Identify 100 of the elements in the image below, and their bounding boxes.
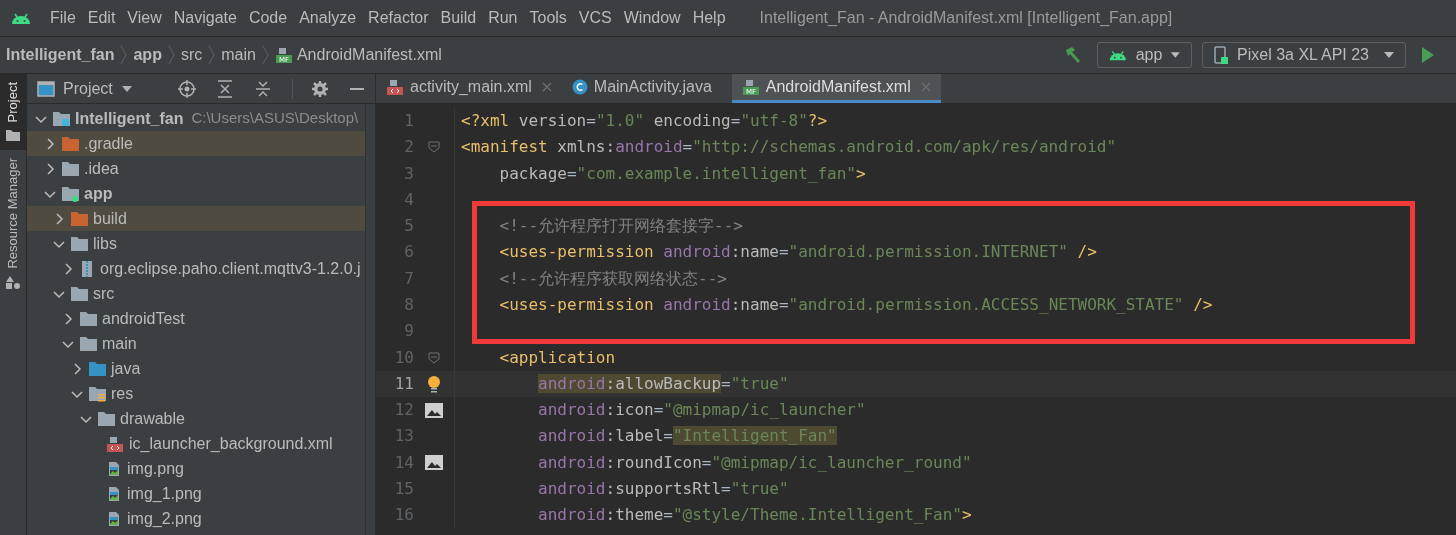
tree-row[interactable]: main: [27, 331, 365, 356]
breadcrumb-separator-icon: [260, 45, 270, 65]
shapes-icon: [5, 275, 21, 291]
folder-icon: [79, 310, 97, 327]
line-number: 9: [403, 320, 414, 343]
run-configuration-dropdown[interactable]: app: [1097, 42, 1193, 68]
dropdown-arrow-icon: [1170, 51, 1182, 59]
image-preview-icon: [425, 455, 443, 471]
code-line: <uses-permission android:name="android.permission.ACCESS_NETWORK_STATE" />: [499, 294, 1213, 316]
line-number: 1: [403, 110, 414, 133]
tree-row[interactable]: img_2.png: [27, 506, 365, 531]
line-number: 7: [403, 267, 414, 290]
menu-item[interactable]: VCS: [572, 6, 618, 30]
code-line: package="com.example.intelligent_fan">: [499, 162, 866, 185]
menu-item[interactable]: File: [44, 6, 82, 30]
android-icon: [1108, 48, 1128, 62]
menu-item[interactable]: Help: [686, 6, 732, 30]
code-line: android:label="Intelligent_Fan": [538, 425, 837, 448]
tree-row[interactable]: img_1.png: [27, 481, 365, 506]
line-number: 8: [403, 294, 414, 316]
breadcrumb[interactable]: src: [180, 43, 203, 67]
folder-icon: [97, 410, 115, 427]
line-number: 14: [393, 451, 414, 474]
menu-item[interactable]: Edit: [81, 6, 122, 30]
window-title: Intelligent_Fan - AndroidManifest.xml [Intelligent_Fan.app]: [759, 8, 1173, 28]
tree-row[interactable]: ic_launcher_background.xml: [27, 431, 365, 456]
breadcrumb[interactable]: Intelligent_fan: [6, 43, 115, 67]
code-line: <!--允许程序获取网络状态-->: [499, 267, 727, 290]
side-tab[interactable]: Project: [0, 74, 26, 151]
collapse-all-icon: [254, 79, 272, 98]
code-line: android:icon="@mipmap/ic_launcher": [538, 399, 866, 422]
device-dropdown[interactable]: Pixel 3a XL API 23: [1202, 42, 1406, 68]
side-tab[interactable]: Resource Manager: [0, 150, 26, 299]
android-logo-icon: [10, 11, 32, 25]
project-view-dropdown[interactable]: Project: [37, 76, 133, 101]
line-number: 13: [393, 425, 414, 448]
line-number: 15: [393, 477, 414, 500]
menu-item[interactable]: Window: [617, 6, 687, 30]
menu-item[interactable]: Run: [482, 6, 524, 30]
code-line: android:allowBackup="true": [538, 372, 789, 395]
image-preview-icon: [425, 402, 443, 418]
dropdown-arrow-icon: [1383, 51, 1395, 59]
locate-icon: [178, 79, 196, 98]
editor-tab[interactable]: MainActivity.java: [561, 74, 732, 103]
tree-row[interactable]: androidTest: [27, 306, 365, 331]
folder-icon: [70, 235, 88, 252]
menu-item[interactable]: Navigate: [167, 6, 243, 30]
source-folder-icon: [88, 360, 106, 377]
line-number: 12: [393, 399, 414, 422]
line-number: 10: [393, 346, 414, 369]
menu-item[interactable]: Code: [242, 6, 294, 30]
tree-row[interactable]: .idea: [27, 156, 365, 181]
code-line: android:roundIcon="@mipmap/ic_launcher_round": [538, 451, 972, 474]
tree-row[interactable]: Intelligent_fan C:\Users\ASUS\Desktop\: [27, 106, 365, 131]
excluded-folder-icon: [70, 210, 88, 227]
menu-item[interactable]: Tools: [523, 6, 573, 30]
menu-item[interactable]: Analyze: [293, 6, 363, 30]
menu-item[interactable]: View: [121, 6, 168, 30]
code-line: <!--允许程序打开网络套接字-->: [499, 215, 743, 238]
excluded-folder-icon: [61, 135, 79, 152]
code-line: android:supportsRtl="true": [538, 477, 789, 500]
archive-icon: [79, 259, 95, 278]
line-number: 11: [393, 372, 414, 395]
menu-item[interactable]: Refactor: [362, 6, 435, 30]
tree-row[interactable]: src: [27, 281, 365, 306]
code-line: <?xml version="1.0" encoding="utf-8"?>: [461, 110, 828, 133]
panel-icon: [37, 80, 55, 97]
breadcrumb[interactable]: main: [221, 43, 256, 67]
tree-row[interactable]: libs: [27, 231, 365, 256]
tree-row[interactable]: img.png: [27, 456, 365, 481]
line-number: 6: [403, 241, 414, 264]
breadcrumb[interactable]: app: [133, 43, 162, 67]
tree-row[interactable]: org.eclipse.paho.client.mqttv3-1.2.0.j: [27, 256, 365, 281]
menu-item[interactable]: Build: [434, 6, 483, 30]
tree-row[interactable]: drawable: [27, 406, 365, 431]
folder-icon: [70, 285, 88, 302]
tree-row[interactable]: res: [27, 381, 365, 406]
image-file-icon: [106, 485, 122, 502]
code-line: <uses-permission android:name="android.permission.INTERNET" />: [499, 241, 1097, 264]
line-number: 16: [393, 504, 414, 527]
image-file-icon: [106, 510, 122, 527]
breadcrumb-separator-icon: [166, 45, 176, 65]
folder-icon: [5, 128, 21, 143]
fold-marker-icon: [428, 141, 440, 154]
folder-icon: [61, 160, 79, 177]
light-bulb-icon: [426, 374, 442, 393]
code-line: android:theme="@style/Theme.Intelligent_Fan">: [538, 504, 972, 527]
tree-row[interactable]: .gradle: [27, 131, 365, 156]
breadcrumb-separator-icon: [207, 45, 217, 65]
tree-row[interactable]: build: [27, 206, 365, 231]
line-number: 5: [403, 215, 414, 238]
tree-row[interactable]: app: [27, 181, 365, 206]
xml-file-icon: [386, 79, 404, 95]
editor-tab[interactable]: activity_main.xml: [376, 74, 562, 103]
line-number: 4: [403, 188, 414, 211]
folder-icon: [79, 335, 97, 352]
breadcrumb-separator-icon: [119, 45, 129, 65]
tree-row[interactable]: java: [27, 356, 365, 381]
phone-icon: [1213, 46, 1230, 64]
code-line: <manifest xmlns:android="http://schemas.android.com/apk/res/android": [461, 136, 1117, 159]
